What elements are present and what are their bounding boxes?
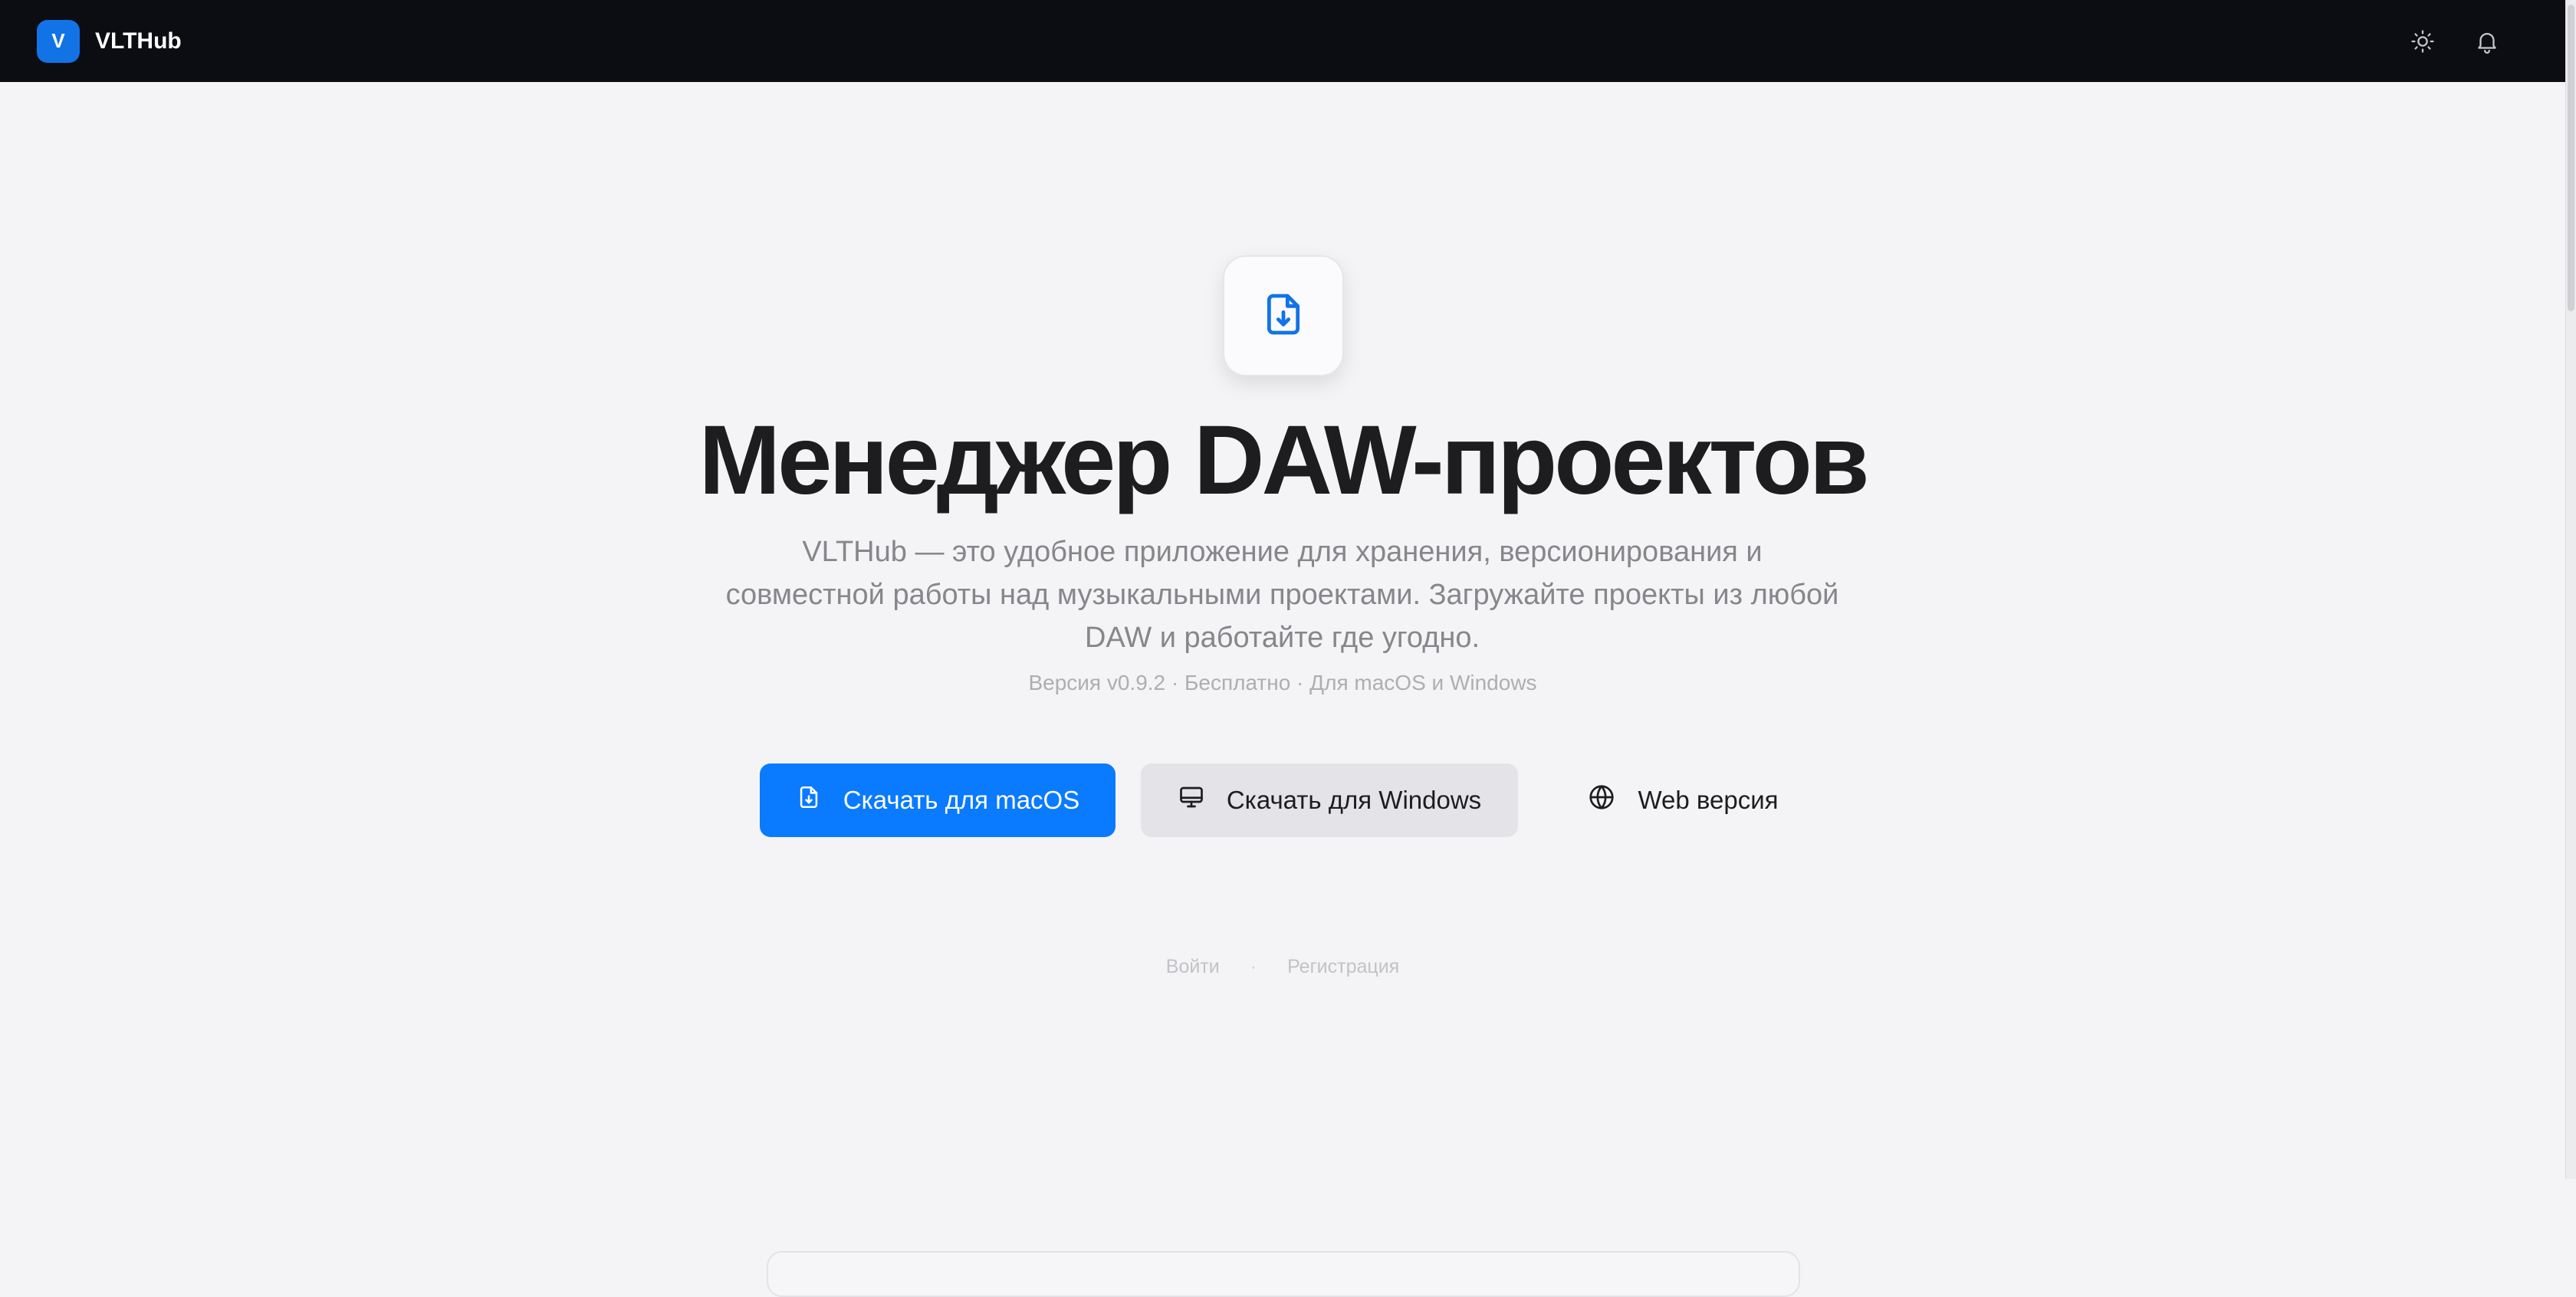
download-windows-label: Скачать для Windows <box>1226 786 1482 814</box>
download-macos-label: Скачать для macOS <box>843 786 1080 814</box>
login-link[interactable]: Войти <box>1166 956 1220 978</box>
register-link[interactable]: Регистрация <box>1287 956 1399 978</box>
top-actions <box>2407 26 2502 57</box>
web-version-button[interactable]: Web версия <box>1556 763 1809 837</box>
globe-icon <box>1587 783 1616 818</box>
file-download-icon <box>1259 290 1308 343</box>
auth-separator: · <box>1250 956 1257 977</box>
content-card-partial <box>767 1251 1800 1297</box>
web-version-label: Web версия <box>1638 786 1779 814</box>
bell-icon[interactable] <box>2472 26 2502 57</box>
hero-section: Менеджер DAW-проектов VLTHub — это удобн… <box>0 82 2565 1297</box>
version-info: Версия v0.9.2 · Бесплатно · Для macOS и … <box>1028 671 1537 694</box>
auth-links: Войти · Регистрация <box>0 956 2565 978</box>
app-logo[interactable]: V <box>37 19 80 63</box>
sun-icon[interactable] <box>2407 26 2438 57</box>
page-title: Менеджер DAW-проектов <box>698 406 1869 515</box>
monitor-icon <box>1178 783 1205 817</box>
page-scrollbar[interactable] <box>2565 0 2576 1179</box>
file-download-icon <box>796 784 822 816</box>
brand-name[interactable]: VLTHub <box>95 28 182 54</box>
hero-description: VLTHub — это удобное приложение для хран… <box>725 536 1839 654</box>
download-windows-button[interactable]: Скачать для Windows <box>1141 763 1518 837</box>
hero-icon-tile <box>1223 255 1344 376</box>
download-macos-button[interactable]: Скачать для macOS <box>760 763 1116 837</box>
logo-letter: V <box>51 29 65 52</box>
scrollbar-thumb[interactable] <box>2568 5 2574 311</box>
top-bar: V VLTHub <box>0 0 2565 82</box>
